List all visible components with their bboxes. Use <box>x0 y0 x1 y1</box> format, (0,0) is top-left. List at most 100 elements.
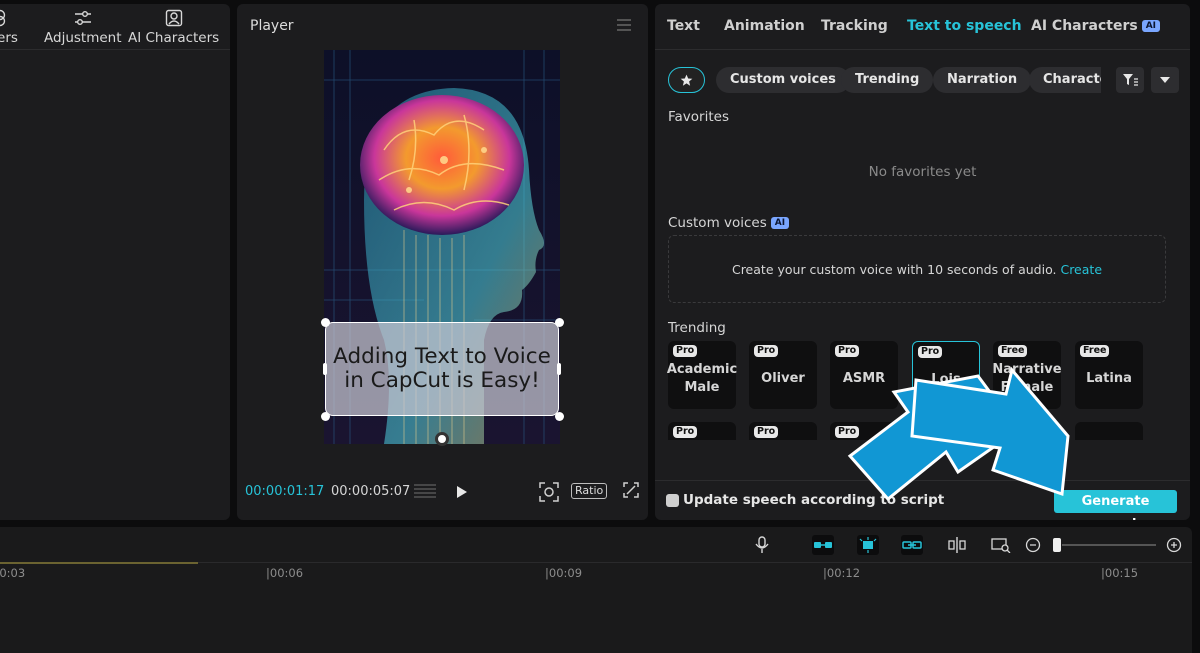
custom-voices-ai-badge: AI <box>770 217 790 229</box>
update-speech-label: Update speech according to script <box>683 492 945 508</box>
play-icon[interactable] <box>456 485 468 499</box>
voice-card[interactable] <box>1075 422 1143 440</box>
resize-handle-top-right[interactable] <box>555 318 564 327</box>
filter-icon <box>1123 74 1138 86</box>
voice-card-oliver[interactable]: Pro Oliver <box>749 341 817 409</box>
filter-chip-trending[interactable]: Trending <box>841 67 934 93</box>
toolbar-divider <box>0 49 230 50</box>
pro-badge: Pro <box>673 345 698 357</box>
caption-text-box[interactable]: Adding Text to Voice in CapCut is Easy! <box>325 322 559 416</box>
voice-name: ASMR <box>842 371 886 386</box>
ai-characters-tool-label: AI Characters <box>128 30 220 46</box>
trending-title: Trending <box>668 320 726 336</box>
ai-character-icon <box>165 9 182 27</box>
voice-name: Oliver <box>761 371 805 386</box>
current-time: 00:00:01:17 <box>245 484 325 499</box>
create-custom-voice-box: Create your custom voice with 10 seconds… <box>668 235 1166 303</box>
pro-badge: Pro <box>835 345 860 357</box>
timeline-view-icon[interactable] <box>413 482 437 500</box>
chevron-down-icon <box>1160 77 1170 83</box>
voice-card[interactable]: Pro <box>749 422 817 440</box>
menu-icon[interactable] <box>616 18 632 32</box>
footer-divider <box>655 480 1190 481</box>
main-track-magnet-button[interactable] <box>812 535 834 555</box>
voice-card-narrative-female[interactable]: Free Narrative Female <box>992 341 1062 409</box>
rotate-handle[interactable] <box>435 432 449 446</box>
selection-range-marker <box>0 562 198 564</box>
voice-card[interactable]: Pro <box>830 422 898 440</box>
custom-voices-title-label: Custom voices <box>668 215 767 231</box>
resize-handle-top-left[interactable] <box>321 318 330 327</box>
zoom-in-button[interactable] <box>1163 535 1185 555</box>
time-ruler-label: |00:06 <box>266 566 304 580</box>
resize-handle-right[interactable] <box>557 363 561 375</box>
tab-ai-characters[interactable]: AI Characters AI <box>1031 18 1161 34</box>
free-badge: Free <box>1080 345 1110 357</box>
custom-voice-prompt: Create your custom voice with 10 seconds… <box>731 261 1057 277</box>
tab-text[interactable]: Text <box>667 18 700 34</box>
resize-handle-bottom-left[interactable] <box>321 412 330 421</box>
pro-badge: Pro <box>754 426 779 438</box>
tabs-divider <box>655 49 1190 50</box>
resize-handle-left[interactable] <box>323 363 327 375</box>
left-toolbar-panel: lters Adjustment AI Characters <box>0 4 230 520</box>
filter-chip-characters[interactable]: Characte <box>1029 67 1101 93</box>
pro-badge: Pro <box>918 346 943 358</box>
filter-chip-narration[interactable]: Narration <box>933 67 1032 93</box>
update-speech-checkbox[interactable] <box>666 493 679 507</box>
voice-card-latina[interactable]: Free Latina <box>1075 341 1143 409</box>
linkage-button[interactable] <box>901 535 923 555</box>
voice-name: Narrative Female <box>992 362 1062 395</box>
link-icon <box>902 541 922 549</box>
magnet-link-icon <box>814 542 832 548</box>
adjustment-tool-label: Adjustment <box>44 30 122 46</box>
auto-snap-button[interactable] <box>857 535 879 555</box>
filter-chip-custom-voices[interactable]: Custom voices <box>716 67 850 93</box>
create-custom-voice-link[interactable]: Create <box>1060 262 1102 277</box>
voice-card[interactable]: Pro <box>668 422 736 440</box>
voice-card-asmr[interactable]: Pro ASMR <box>830 341 898 409</box>
tab-tracking[interactable]: Tracking <box>821 18 888 34</box>
tab-animation[interactable]: Animation <box>724 18 805 34</box>
zoom-out-button[interactable] <box>1022 535 1044 555</box>
more-filters-button[interactable] <box>1151 67 1179 93</box>
pro-badge: Pro <box>835 426 860 438</box>
zoom-slider-track[interactable] <box>1062 544 1156 546</box>
zoom-slider-knob[interactable] <box>1053 538 1061 552</box>
microphone-icon <box>755 536 769 553</box>
voice-card[interactable] <box>993 422 1061 440</box>
generate-speech-button[interactable]: Generate speech <box>1054 490 1177 520</box>
ratio-button[interactable]: Ratio <box>571 483 608 499</box>
pro-badge: Pro <box>673 426 698 438</box>
time-ruler-label: 00:03 <box>0 566 26 580</box>
update-speech-option[interactable]: Update speech according to script <box>666 492 944 508</box>
thumbnail-zoom-button[interactable] <box>990 535 1012 555</box>
preview-axis-button[interactable] <box>946 535 968 555</box>
voice-name: Lois <box>931 372 961 387</box>
properties-panel: Text Animation Tracking Text to speech A… <box>655 4 1190 520</box>
voice-card-lois[interactable]: Pro Lois <box>912 341 980 409</box>
filter-button[interactable] <box>1116 67 1144 93</box>
time-ruler-label: |00:15 <box>1101 566 1139 580</box>
voice-name: Latina <box>1086 371 1132 386</box>
total-time: 00:00:05:07 <box>331 484 411 499</box>
custom-voices-title: Custom voices AI <box>668 215 790 231</box>
favorites-title: Favorites <box>668 109 729 125</box>
voice-card-academic-male[interactable]: Pro Academic Male <box>667 341 737 409</box>
snap-icon <box>859 537 877 553</box>
record-button[interactable] <box>751 535 773 555</box>
player-panel: Player Adding Text to Voice in CapCut is… <box>237 4 648 520</box>
filters-tool-label: lters <box>0 30 18 46</box>
tab-text-to-speech[interactable]: Text to speech <box>907 18 1022 34</box>
fullscreen-icon[interactable] <box>623 482 639 498</box>
ai-badge: AI <box>1141 20 1161 32</box>
tab-ai-characters-label: AI Characters <box>1031 18 1138 34</box>
split-axis-icon <box>948 537 966 553</box>
fit-screen-icon[interactable] <box>539 482 559 502</box>
favorites-filter-chip[interactable] <box>668 67 705 93</box>
favorites-empty-text: No favorites yet <box>868 164 977 180</box>
filters-icon <box>0 9 6 27</box>
player-title: Player <box>250 18 294 34</box>
resize-handle-bottom-right[interactable] <box>555 412 564 421</box>
timeline-panel: 00:03 |00:06 |00:09 |00:12 |00:15 <box>0 527 1192 653</box>
